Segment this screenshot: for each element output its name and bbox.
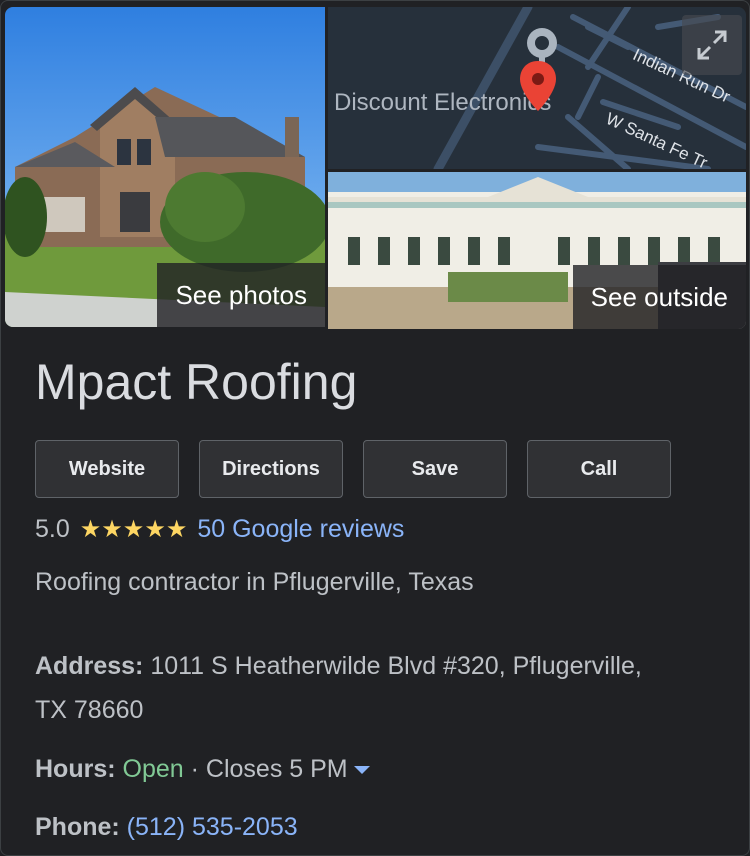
knowledge-panel: See photos Discount Electronics Indian R… (0, 0, 750, 856)
rating-value: 5.0 (35, 515, 70, 543)
house-photo[interactable]: See photos (5, 7, 325, 327)
rating-row: 5.0 ★★★★★ 50 Google reviews (35, 515, 404, 544)
map-thumbnail[interactable]: Discount Electronics Indian Run Dr W San… (328, 7, 746, 169)
chevron-down-icon[interactable] (353, 766, 370, 775)
hours-label: Hours: (35, 755, 116, 783)
hours-row: Hours: Open · Closes 5 PM (35, 747, 370, 791)
website-button[interactable]: Website (35, 440, 179, 498)
star-rating-icon: ★★★★★ (79, 516, 188, 543)
media-gallery: See photos Discount Electronics Indian R… (5, 7, 746, 329)
hours-separator: · (183, 755, 206, 783)
see-outside-label: See outside (590, 282, 728, 312)
save-button[interactable]: Save (363, 440, 507, 498)
call-button[interactable]: Call (527, 440, 671, 498)
hours-status: Open (122, 755, 184, 783)
street-view-photo[interactable]: See outside (328, 172, 746, 329)
see-photos-label: See photos (175, 280, 307, 310)
location-marker-icon (520, 61, 556, 111)
business-name: Mpact Roofing (35, 354, 358, 410)
action-buttons: Website Directions Save Call (35, 440, 671, 498)
expand-map-button[interactable] (682, 15, 742, 75)
expand-icon (697, 30, 727, 60)
see-outside-button[interactable]: See outside (572, 265, 746, 329)
phone-link[interactable]: (512) 535-2053 (127, 813, 298, 841)
hours-close[interactable]: Closes 5 PM (206, 755, 348, 783)
address-line-1: 1011 S Heatherwilde Blvd #320, Pflugervi… (150, 652, 642, 680)
phone-label: Phone: (35, 813, 120, 841)
see-photos-button[interactable]: See photos (157, 263, 325, 327)
address-label: Address: (35, 652, 144, 680)
reviews-link[interactable]: 50 Google reviews (197, 515, 404, 544)
business-category: Roofing contractor in Pflugerville, Texa… (35, 568, 474, 596)
phone-row: Phone: (512) 535-2053 (35, 805, 298, 849)
directions-button[interactable]: Directions (199, 440, 343, 498)
address-line-2: TX 78660 (35, 696, 144, 724)
address-row: Address: 1011 S Heatherwilde Blvd #320, … (35, 644, 642, 732)
